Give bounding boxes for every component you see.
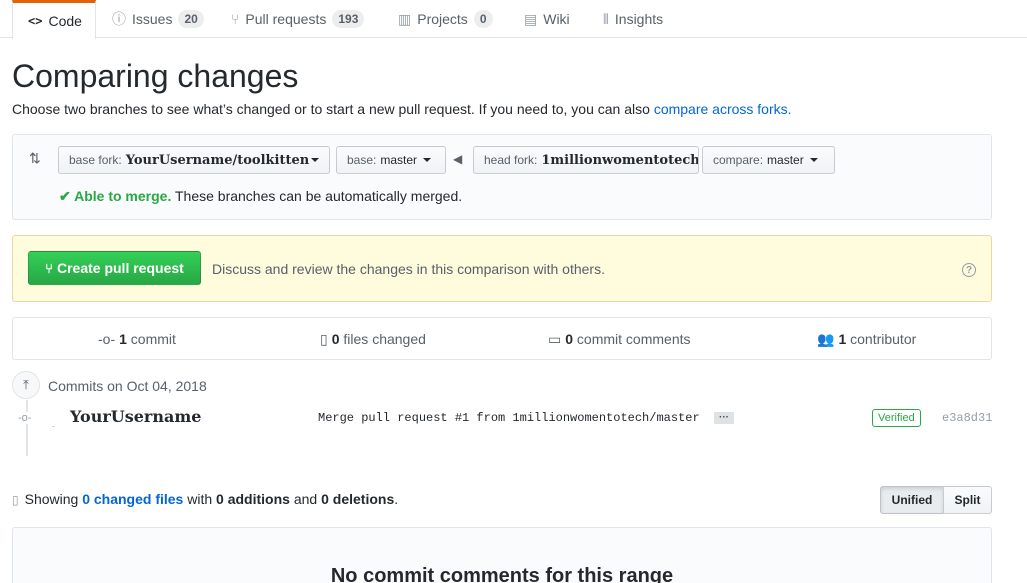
comments-label: commit comments [573, 331, 691, 347]
contributors-label: contributor [846, 331, 917, 347]
subtitle-text: Choose two branches to see what’s change… [12, 101, 654, 117]
additions-count: 0 additions [216, 491, 290, 507]
base-branch-select[interactable]: base: master [336, 146, 446, 174]
expand-commit-message-button[interactable]: ··· [714, 412, 734, 424]
project-icon: ▥ [398, 10, 412, 27]
commit-group-date: Commits on Oct 04, 2018 [48, 378, 207, 394]
pull-request-icon: ⑂ [45, 260, 53, 276]
question-icon[interactable]: ? [962, 263, 976, 277]
commit-icon: -o- [98, 331, 116, 347]
files-count: 0 [331, 331, 340, 347]
commit-icon: -o- [18, 412, 32, 424]
pull-request-icon: ⑂ [231, 11, 240, 27]
create-pr-label: Create pull request [56, 260, 184, 276]
tab-label: Wiki [543, 11, 570, 27]
tab-label: Issues [132, 11, 173, 27]
tab-issues[interactable]: ⓘ Issues 20 [112, 0, 204, 38]
base-fork-label: base fork: [69, 153, 122, 167]
commits-count: 1 [119, 331, 127, 347]
comment-icon: ▭ [548, 331, 562, 347]
tab-code[interactable]: <> Code [12, 0, 96, 39]
diff-summary: ▯ Showing 0 changed files with 0 addition… [12, 491, 398, 507]
comments-count: 0 [565, 331, 574, 347]
file-diff-icon: ▯ [320, 331, 328, 347]
chevron-down-icon [311, 158, 319, 162]
tab-label: Insights [614, 11, 664, 27]
create-pull-request-button[interactable]: ⑂ Create pull request [28, 251, 201, 285]
tab-projects[interactable]: ▥ Projects 0 [398, 0, 493, 38]
and-text: and [289, 491, 322, 507]
base-label: base: [347, 153, 377, 167]
compare-label: compare: [713, 153, 764, 167]
code-icon: <> [28, 14, 43, 28]
merge-status: ✔ Able to merge. These branches can be a… [59, 188, 462, 205]
commit-sha[interactable]: e3a8d31 [942, 411, 992, 425]
head-fork-select[interactable]: head fork: 1millionwomentotech [473, 146, 699, 174]
deletions-count: 0 deletions [321, 491, 395, 507]
graph-icon: ⫴ [603, 10, 609, 27]
files-label: files changed [339, 331, 426, 347]
create-pr-box: ⑂ Create pull request Discuss and review… [12, 235, 992, 302]
blankslate-title: No commit comments for this range [330, 565, 674, 583]
people-icon: 👥 [817, 331, 835, 347]
projects-counter: 0 [473, 10, 493, 28]
tab-label: Pull requests [245, 11, 327, 27]
comparison-summary: -o- 1 commit ▯ 0 files changed ▭ 0 commit c… [12, 317, 992, 360]
create-pr-description: Discuss and review the changes in this c… [212, 261, 605, 277]
showing-text: Showing [24, 491, 83, 507]
commits-label: commit [126, 331, 176, 347]
with-text: with [183, 491, 217, 507]
page-title: Comparing changes [12, 58, 299, 94]
merge-ok-text: ✔ Able to merge. [59, 188, 172, 204]
base-value: master [380, 153, 418, 167]
avatar [52, 426, 55, 427]
tab-wiki[interactable]: ▤ Wiki [524, 0, 570, 38]
commit-message[interactable]: Merge pull request #1 from 1millionwomen… [318, 411, 700, 425]
no-comments-blankslate: No commit comments for this range [12, 527, 992, 583]
issue-icon: ⓘ [112, 11, 126, 27]
tab-insights[interactable]: ⫴ Insights [603, 0, 663, 38]
unified-view-button[interactable]: Unified [880, 486, 944, 514]
chevron-down-icon [423, 158, 432, 162]
summary-contributors[interactable]: 👥 1 contributor [817, 331, 916, 348]
changed-files-link[interactable]: 0 changed files [82, 491, 183, 507]
book-icon: ▤ [524, 10, 538, 27]
chevron-down-icon [809, 158, 818, 162]
repo-nav-tabs: <> Code ⓘ Issues 20 ⑂ Pull requests 193 … [0, 0, 1027, 39]
split-view-button[interactable]: Split [943, 486, 992, 514]
tab-pull-requests[interactable]: ⑂ Pull requests 193 [231, 0, 365, 38]
arrow-left-icon: ◀ [453, 152, 463, 166]
summary-commit-comments[interactable]: ▭ 0 commit comments [548, 331, 691, 348]
changed-files-count: 0 changed files [82, 491, 184, 507]
base-fork-value: YourUsername/toolkitten [125, 152, 310, 168]
range-editor: ⇅ base fork: YourUsername/toolkitten bas… [12, 134, 992, 220]
head-fork-label: head fork: [484, 153, 538, 167]
compare-value: master [767, 153, 804, 167]
pull-requests-counter: 193 [332, 10, 365, 28]
repo-push-icon: ⤒ [12, 371, 40, 399]
head-fork-value: 1millionwomentotech [541, 152, 699, 168]
summary-commits[interactable]: -o- 1 commit [98, 331, 176, 347]
compare-across-forks-link[interactable]: compare across forks. [654, 101, 792, 117]
verified-badge[interactable]: Verified [872, 409, 921, 427]
git-compare-icon[interactable]: ⇅ [29, 150, 41, 167]
issues-counter: 20 [178, 10, 204, 28]
page-subtitle: Choose two branches to see what’s change… [12, 101, 792, 117]
compare-branch-select[interactable]: compare: master [702, 146, 835, 174]
commit-author[interactable]: YourUsername [70, 407, 201, 426]
file-icon: ▯ [12, 493, 19, 507]
tab-label: Code [48, 13, 82, 29]
summary-files-changed[interactable]: ▯ 0 files changed [320, 331, 426, 348]
tab-label: Projects [417, 11, 468, 27]
base-fork-select[interactable]: base fork: YourUsername/toolkitten [58, 146, 330, 174]
commit-timeline [26, 400, 28, 456]
period-text: . [394, 491, 399, 507]
merge-detail-text: These branches can be automatically merg… [171, 188, 463, 204]
